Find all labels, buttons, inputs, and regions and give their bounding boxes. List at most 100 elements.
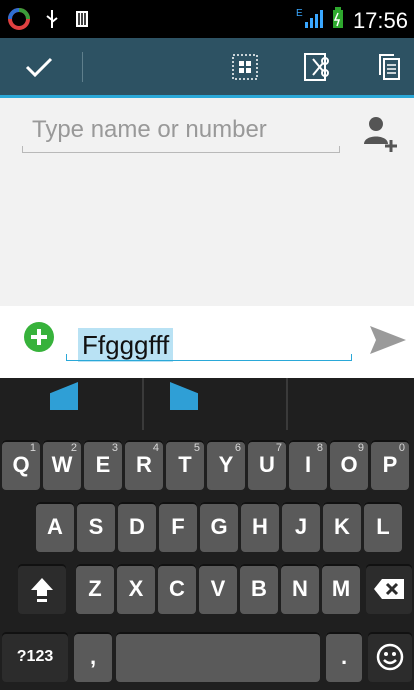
key-label: K xyxy=(334,514,350,539)
key-w[interactable]: 2W xyxy=(43,440,81,490)
key-t[interactable]: 5T xyxy=(166,440,204,490)
storage-icon xyxy=(74,9,90,34)
copy-button[interactable] xyxy=(366,38,412,95)
key-d[interactable]: D xyxy=(118,502,156,552)
key-label: Q xyxy=(12,452,30,477)
key-b[interactable]: B xyxy=(240,564,278,614)
key-label: D xyxy=(129,514,145,539)
message-input[interactable]: Ffgggfff xyxy=(78,328,174,362)
key-hint: 5 xyxy=(193,442,200,454)
key-label: , xyxy=(89,644,97,669)
action-divider xyxy=(82,52,83,82)
select-all-button[interactable] xyxy=(222,38,268,95)
app-notification-icon xyxy=(8,8,30,35)
key-label: C xyxy=(169,576,185,601)
attach-button[interactable] xyxy=(24,322,54,352)
key-label: A xyxy=(47,514,63,539)
keyboard: 1Q 2W 3E 4R 5T 6Y 7U 8I 9O 0P A S D F G … xyxy=(0,378,414,690)
key-label: G xyxy=(210,514,228,539)
key-label: P xyxy=(382,452,398,477)
key-p[interactable]: 0P xyxy=(371,440,409,490)
key-n[interactable]: N xyxy=(281,564,319,614)
key-label: N xyxy=(292,576,308,601)
key-u[interactable]: 7U xyxy=(248,440,286,490)
key-r[interactable]: 4R xyxy=(125,440,163,490)
key-c[interactable]: C xyxy=(158,564,196,614)
key-label: S xyxy=(88,514,104,539)
key-f[interactable]: F xyxy=(159,502,197,552)
key-hint: 3 xyxy=(111,442,118,454)
send-icon xyxy=(370,326,406,354)
emoji-key[interactable] xyxy=(368,632,412,682)
status-bar: E 17:56 xyxy=(0,0,414,38)
key-x[interactable]: X xyxy=(117,564,155,614)
key-label: T xyxy=(178,452,192,477)
recipient-input[interactable] xyxy=(24,108,342,152)
key-j[interactable]: J xyxy=(282,502,320,552)
done-button[interactable] xyxy=(14,38,64,95)
add-contact-icon xyxy=(364,117,397,152)
key-i[interactable]: 8I xyxy=(289,440,327,490)
key-label: O xyxy=(340,452,358,477)
key-m[interactable]: M xyxy=(322,564,360,614)
key-label: . xyxy=(340,644,348,669)
network-type-label: E xyxy=(296,8,303,19)
key-label: X xyxy=(128,576,144,601)
key-v[interactable]: V xyxy=(199,564,237,614)
recipients-area xyxy=(0,98,414,306)
key-g[interactable]: G xyxy=(200,502,238,552)
action-bar xyxy=(0,38,414,98)
signal-icon: E xyxy=(295,6,323,36)
key-label: R xyxy=(136,452,152,477)
key-hint: 0 xyxy=(398,442,405,454)
key-hint: 6 xyxy=(234,442,241,454)
key-z[interactable]: Z xyxy=(76,564,114,614)
comma-key[interactable]: , xyxy=(74,632,112,682)
key-label: J xyxy=(294,514,308,539)
cut-icon xyxy=(304,52,329,81)
key-label: V xyxy=(210,576,226,601)
add-contact-button[interactable] xyxy=(358,110,402,154)
key-hint: 9 xyxy=(357,442,364,454)
key-label: ?123 xyxy=(16,648,54,665)
key-y[interactable]: 6Y xyxy=(207,440,245,490)
key-label: Z xyxy=(88,576,102,601)
backspace-key[interactable] xyxy=(366,564,412,614)
copy-icon xyxy=(379,53,400,80)
key-label: I xyxy=(304,452,312,477)
shift-key[interactable] xyxy=(18,564,66,614)
key-label: F xyxy=(171,514,185,539)
key-hint: 1 xyxy=(29,442,36,454)
symbols-key[interactable]: ?123 xyxy=(2,632,68,682)
key-hint: 4 xyxy=(152,442,159,454)
period-key[interactable]: . xyxy=(326,632,362,682)
key-k[interactable]: K xyxy=(323,502,361,552)
key-l[interactable]: L xyxy=(364,502,402,552)
cut-button[interactable] xyxy=(294,38,340,95)
usb-icon xyxy=(44,8,60,35)
key-h[interactable]: H xyxy=(241,502,279,552)
send-button[interactable] xyxy=(368,320,408,360)
key-e[interactable]: 3E xyxy=(84,440,122,490)
key-q[interactable]: 1Q xyxy=(2,440,40,490)
key-a[interactable]: A xyxy=(36,502,74,552)
backspace-icon xyxy=(374,579,404,599)
key-label: W xyxy=(51,452,73,477)
compose-bar: Ffgggfff xyxy=(0,306,414,378)
space-key[interactable] xyxy=(116,632,320,682)
battery-icon xyxy=(331,6,345,36)
key-o[interactable]: 9O xyxy=(330,440,368,490)
key-label: E xyxy=(95,452,111,477)
smiley-icon xyxy=(376,643,404,671)
key-label: B xyxy=(251,576,267,601)
shift-icon xyxy=(31,578,53,602)
key-label: Y xyxy=(218,452,234,477)
key-hint: 8 xyxy=(316,442,323,454)
clock: 17:56 xyxy=(352,8,408,33)
key-label: L xyxy=(376,514,390,539)
key-s[interactable]: S xyxy=(77,502,115,552)
grid-icon xyxy=(232,53,258,80)
key-hint: 2 xyxy=(70,442,77,454)
key-label: U xyxy=(259,452,275,477)
suggestion-divider xyxy=(286,378,288,430)
